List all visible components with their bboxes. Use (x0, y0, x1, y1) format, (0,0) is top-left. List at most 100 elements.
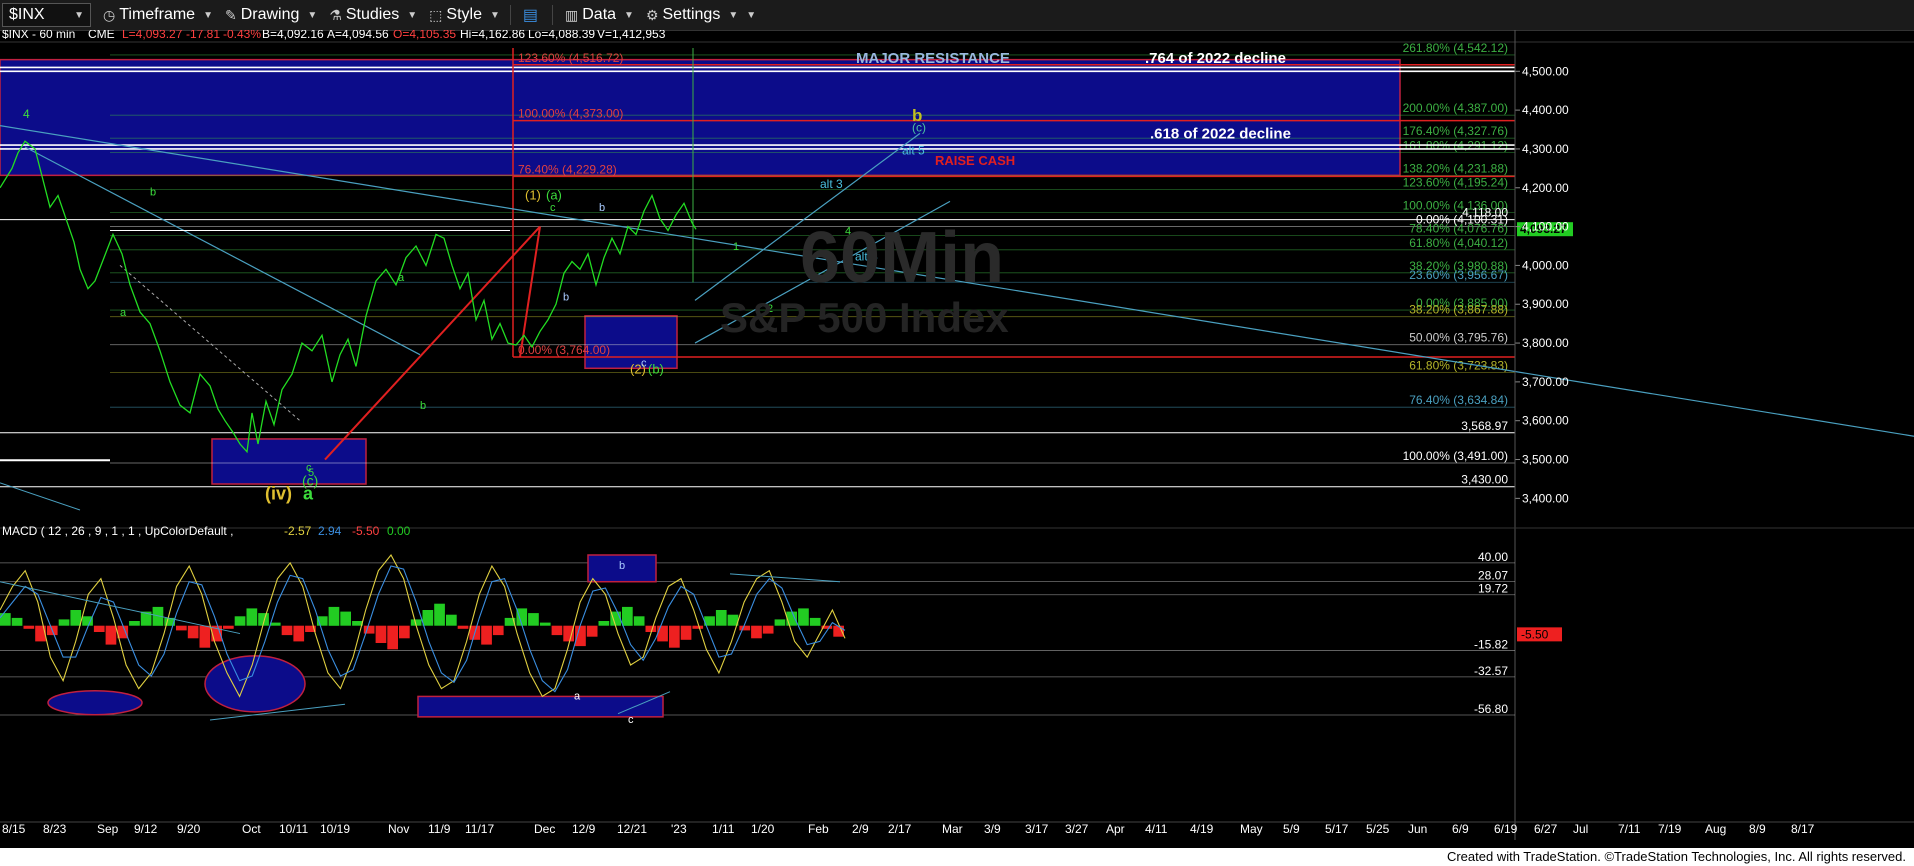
drawing-icon: ✎ (224, 6, 237, 23)
date-tick-label: Aug (1705, 822, 1726, 836)
open-label: O=4,105.35 (393, 30, 456, 41)
drawing-menu[interactable]: ✎ Drawing ▼ (225, 6, 317, 24)
studies-label[interactable]: Studies (346, 6, 399, 24)
date-tick-label: 2/17 (888, 822, 912, 836)
annotation-wave-4: 4 (23, 107, 30, 121)
annotation-major-resistance: MAJOR RESISTANCE (856, 50, 1010, 67)
date-tick-label: 8/17 (1791, 822, 1815, 836)
red-fib-label: 76.40% (4,229.28) (518, 162, 617, 176)
timeframe-menu[interactable]: ◷ Timeframe ▼ (103, 6, 213, 24)
macd-hist-bar (680, 625, 692, 640)
macd-hist-bar (422, 610, 434, 626)
chevron-down-icon: ▼ (728, 9, 739, 21)
macd-value-3: -5.50 (352, 524, 380, 538)
annotation-wave-iv: (iv) (265, 484, 292, 504)
macd-hist-bar (281, 625, 293, 636)
drawing-label[interactable]: Drawing (241, 6, 300, 24)
last-price-label: L=4,093.27 (122, 30, 183, 41)
macd-hist-bar (375, 625, 387, 643)
macd-value-2: 2.94 (318, 524, 342, 538)
chevron-down-icon: ▼ (203, 9, 213, 21)
annotation-lbl-a1: a (120, 307, 127, 319)
chevron-down-icon: ▼ (746, 9, 757, 21)
macd-hist-bar (492, 625, 504, 636)
date-tick-label: 2/9 (852, 822, 869, 836)
date-tick-label: 9/20 (177, 822, 201, 836)
style-label[interactable]: Style (446, 6, 482, 24)
fib-level-label: 61.80% (4,040.12) (1409, 236, 1508, 250)
date-tick-label: 11/9 (428, 822, 451, 836)
macd-hist-bar (551, 625, 563, 636)
symbol-text[interactable]: $INX (9, 6, 45, 24)
macd-hist-bar (129, 621, 140, 626)
macd-hist-bar (58, 619, 70, 626)
macd-level-label: 19.72 (1478, 582, 1508, 596)
red-fib-label: 123.60% (4,516.72) (518, 51, 623, 65)
settings-menu[interactable]: ⚙ Settings ▼ ▼ (646, 6, 756, 24)
price-axis: 4,500.00 4,400.00 4,300.00 4,200.00 4,100.00… (1514, 30, 1569, 840)
macd-level-label: -56.80 (1474, 702, 1508, 716)
y-tick-label: 4,300.00 (1522, 142, 1569, 156)
macd-hist-bar (340, 611, 351, 626)
style-icon: ⬚ (429, 6, 443, 23)
date-tick-label: 6/19 (1494, 822, 1518, 836)
macd-label-a: a (574, 691, 581, 703)
chevron-down-icon[interactable]: ▼ (74, 10, 84, 21)
fib-level-label: 200.00% (4,387.00) (1403, 101, 1508, 115)
annotation-lbl-c3: c (550, 202, 556, 214)
date-tick-label: 1/20 (751, 822, 775, 836)
layout-icon[interactable]: ▤ (523, 5, 538, 25)
date-tick-label: 6/9 (1452, 822, 1469, 836)
date-tick-label: 5/9 (1283, 822, 1300, 836)
macd-hist-bar (446, 614, 457, 626)
macd-hist-bar (223, 625, 234, 629)
date-tick-label: 9/12 (134, 822, 158, 836)
macd-hist-bar (645, 625, 657, 632)
price-chart[interactable]: 261.80% (4,542.12)200.00% (4,387.00)176.… (0, 30, 1914, 848)
low-label: Lo=4,088.39 (528, 30, 595, 41)
macd-hist-bar (199, 625, 211, 648)
macd-box-bottom (417, 695, 664, 718)
settings-label[interactable]: Settings (663, 6, 721, 24)
macd-level-label: 28.07 (1478, 569, 1508, 583)
symbol-selector[interactable]: $INX ▼ (2, 3, 91, 27)
macd-hist-bar (751, 625, 762, 639)
macd-hist-bar (328, 606, 340, 626)
macd-hist-bar (434, 603, 445, 626)
data-label[interactable]: Data (582, 6, 616, 24)
date-tick-label: 11/17 (465, 822, 494, 836)
macd-hist-bar (563, 625, 574, 642)
chevron-down-icon: ▼ (624, 9, 634, 21)
layout-button[interactable]: ▤ (523, 5, 542, 25)
date-tick-label: 7/11 (1618, 822, 1641, 836)
macd-hist-bar (481, 625, 492, 645)
date-tick-label: 5/25 (1366, 822, 1390, 836)
macd-trendline (729, 573, 841, 583)
annotation-lbl-1: 1 (733, 241, 739, 253)
annotation-lbl-c4: c (641, 357, 647, 369)
macd-current-label: -5.50 (1521, 627, 1549, 641)
style-menu[interactable]: ⬚ Style ▼ (429, 6, 500, 24)
fib-level-label: 123.60% (4,195.24) (1403, 176, 1508, 190)
date-tick-label: 5/17 (1325, 822, 1349, 836)
date-tick-label: Feb (808, 822, 829, 836)
price-level-label: 3,430.00 (1461, 473, 1508, 487)
macd-hist-bar (528, 613, 539, 626)
y-tick-label: 3,700.00 (1522, 375, 1569, 389)
date-tick-label: 10/11 (279, 822, 308, 836)
toolbar-divider (509, 5, 511, 25)
annotation-lbl-b1: b (150, 187, 156, 199)
studies-menu[interactable]: ⚗ Studies ▼ (329, 6, 417, 24)
bid-label: B=4,092.16 (262, 30, 324, 41)
macd-hist-bar (657, 625, 668, 642)
data-menu[interactable]: ▥ Data ▼ (565, 6, 634, 24)
date-tick-label: '23 (671, 822, 687, 836)
volume-label: V=1,412,953 (597, 30, 666, 41)
toolbar-divider (552, 5, 553, 25)
timeframe-label[interactable]: Timeframe (119, 6, 195, 24)
macd-hist-bar (70, 610, 82, 626)
annotation-lbl-a2: a (398, 272, 405, 284)
fib-level-label: 50.00% (3,795.76) (1409, 331, 1508, 345)
macd-label-c: c (628, 714, 634, 726)
macd-level-label: -32.57 (1474, 664, 1508, 678)
